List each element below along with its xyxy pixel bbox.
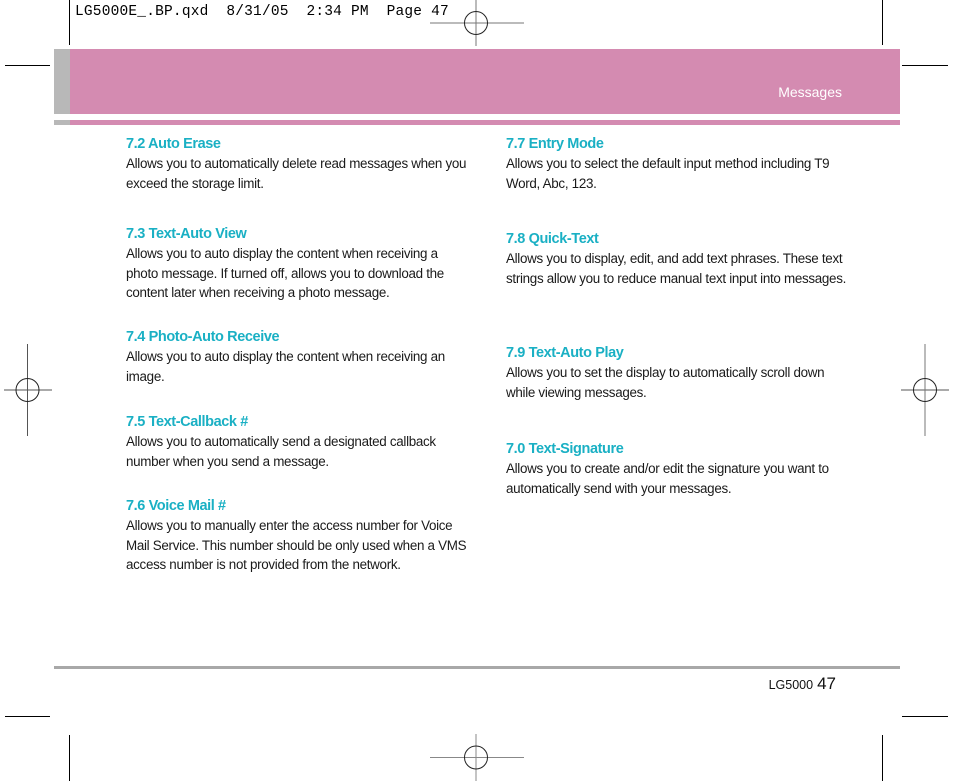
- section-title: Messages: [778, 84, 842, 100]
- footer-model: LG5000: [768, 678, 814, 692]
- crop-mark-bottom-right-horizontal: [902, 716, 948, 717]
- entry-body: Allows you to select the default input m…: [506, 156, 830, 191]
- registration-mark-right-icon: [901, 344, 949, 436]
- crop-mark-top-left-vertical: [69, 0, 70, 45]
- menu-entry-entry-mode: 7.7 Entry Mode Allows you to select the …: [506, 134, 851, 193]
- menu-entry-photo-auto-receive: 7.4 Photo-Auto Receive Allows you to aut…: [126, 327, 471, 386]
- menu-entry-voice-mail: 7.6 Voice Mail # Allows you to manually …: [126, 496, 471, 575]
- entry-heading: 7.5 Text-Callback #: [126, 414, 248, 430]
- registration-mark-left-icon: [4, 344, 52, 436]
- header-tab-marker: [54, 49, 70, 114]
- crop-mark-bottom-right-vertical: [882, 735, 883, 781]
- entry-heading: 7.7 Entry Mode: [506, 136, 604, 152]
- slug-date: 8/31/05: [226, 4, 289, 20]
- entry-body: Allows you to auto display the content w…: [126, 246, 444, 300]
- entry-heading: 7.3 Text-Auto View: [126, 226, 247, 242]
- registration-mark-top-icon: [430, 0, 524, 46]
- slug-filename: LG5000E_.BP.qxd: [75, 4, 209, 20]
- menu-entry-text-auto-view: 7.3 Text-Auto View Allows you to auto di…: [126, 224, 471, 303]
- crop-mark-bottom-left-vertical: [69, 735, 70, 781]
- footer-rule: [54, 666, 900, 669]
- entry-body: Allows you to automatically send a desig…: [126, 434, 436, 469]
- page-number: 47: [817, 674, 836, 693]
- header-band: [54, 49, 900, 114]
- slug-time: 2:34 PM: [306, 4, 369, 20]
- crop-mark-top-right-horizontal: [902, 65, 948, 66]
- crop-mark-top-right-vertical: [882, 0, 883, 45]
- entry-heading: 7.8 Quick-Text: [506, 231, 599, 247]
- header-divider-strip: [54, 120, 900, 125]
- entry-heading: 7.0 Text-Signature: [506, 441, 624, 457]
- entry-body: Allows you to set the display to automat…: [506, 365, 825, 400]
- registration-mark-bottom-icon: [430, 734, 524, 781]
- page-footer: LG5000 47: [769, 674, 836, 694]
- printer-slug: LG5000E_.BP.qxd 8/31/05 2:34 PM Page 47: [75, 4, 449, 20]
- entry-body: Allows you to display, edit, and add tex…: [506, 251, 847, 286]
- entry-heading: 7.4 Photo-Auto Receive: [126, 329, 280, 345]
- entry-heading: 7.6 Voice Mail #: [126, 498, 226, 514]
- menu-entry-quick-text: 7.8 Quick-Text Allows you to display, ed…: [506, 229, 851, 288]
- menu-entry-text-callback: 7.5 Text-Callback # Allows you to automa…: [126, 412, 471, 471]
- entry-body: Allows you to auto display the content w…: [126, 349, 445, 384]
- entry-body: Allows you to create and/or edit the sig…: [506, 461, 829, 496]
- menu-entry-auto-erase: 7.2 Auto Erase Allows you to automatical…: [126, 134, 471, 193]
- crop-mark-bottom-left-horizontal: [5, 716, 50, 717]
- entry-body: Allows you to manually enter the access …: [126, 518, 467, 572]
- crop-mark-top-left-horizontal: [5, 65, 50, 66]
- menu-entry-text-signature: 7.0 Text-Signature Allows you to create …: [506, 439, 851, 498]
- entry-body: Allows you to automatically delete read …: [126, 156, 467, 191]
- header-strip-marker: [54, 120, 70, 125]
- entry-heading: 7.9 Text-Auto Play: [506, 345, 624, 361]
- menu-entry-text-auto-play: 7.9 Text-Auto Play Allows you to set the…: [506, 343, 851, 402]
- entry-heading: 7.2 Auto Erase: [126, 136, 221, 152]
